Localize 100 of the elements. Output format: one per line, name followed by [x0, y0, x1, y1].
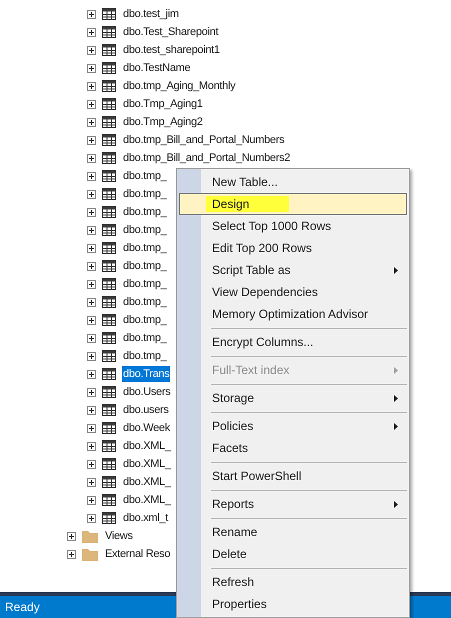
menu-item[interactable]: Delete — [179, 543, 407, 565]
menu-item[interactable]: Storage — [179, 387, 407, 409]
tree-item[interactable]: dbo.tmp_ — [122, 204, 168, 220]
table-icon — [102, 314, 116, 326]
table-icon — [102, 98, 116, 110]
tree-item[interactable]: dbo.tmp_ — [122, 258, 168, 274]
menu-item[interactable]: Edit Top 200 Rows — [179, 237, 407, 259]
expand-icon[interactable] — [87, 226, 96, 234]
expand-icon[interactable] — [87, 370, 96, 378]
table-icon — [102, 224, 116, 236]
tree-item[interactable]: dbo.tmp_ — [122, 186, 168, 202]
tree-item[interactable]: dbo.tmp_Bill_and_Portal_Numbers2 — [122, 150, 292, 166]
expand-icon[interactable] — [87, 244, 96, 252]
tree-item[interactable]: dbo.Test_Sharepoint — [122, 24, 220, 40]
table-icon — [102, 188, 116, 200]
tree-folder[interactable]: Views — [104, 528, 134, 544]
menu-item[interactable]: Design — [179, 193, 407, 215]
tree-item[interactable]: dbo.tmp_ — [122, 312, 168, 328]
menu-item[interactable]: Policies — [179, 415, 407, 437]
tree-item[interactable]: dbo.tmp_ — [122, 276, 168, 292]
table-icon — [102, 476, 116, 488]
menu-item[interactable]: Refresh — [179, 571, 407, 593]
table-icon — [102, 260, 116, 272]
tree-folder[interactable]: External Reso — [104, 546, 172, 562]
menu-item[interactable]: New Table... — [179, 171, 407, 193]
expand-icon[interactable] — [87, 424, 96, 432]
folder-icon — [82, 530, 98, 542]
tree-item[interactable]: dbo.users — [122, 402, 170, 418]
expand-icon[interactable] — [67, 532, 76, 540]
status-text: Ready — [5, 599, 40, 616]
expand-icon[interactable] — [87, 514, 96, 522]
menu-item[interactable]: Select Top 1000 Rows — [179, 215, 407, 237]
menu-item[interactable]: View Dependencies — [179, 281, 407, 303]
tree-item[interactable]: dbo.tmp_ — [122, 330, 168, 346]
expand-icon[interactable] — [87, 82, 96, 90]
table-icon — [102, 206, 116, 218]
table-icon — [102, 26, 116, 38]
expand-icon[interactable] — [87, 478, 96, 486]
table-icon — [102, 44, 116, 56]
menu-item[interactable]: Properties — [179, 593, 407, 615]
tree-item[interactable]: dbo.xml_t — [122, 510, 169, 526]
tree-item[interactable]: dbo.XML_ — [122, 456, 172, 472]
table-icon — [102, 8, 116, 20]
expand-icon[interactable] — [87, 208, 96, 216]
expand-icon[interactable] — [87, 136, 96, 144]
expand-icon[interactable] — [87, 46, 96, 54]
menu-item[interactable]: Start PowerShell — [179, 465, 407, 487]
expand-icon[interactable] — [87, 298, 96, 306]
menu-item[interactable]: Reports — [179, 493, 407, 515]
expand-icon[interactable] — [87, 406, 96, 414]
menu-item[interactable]: Facets — [179, 437, 407, 459]
tree-item[interactable]: dbo.test_sharepoint1 — [122, 42, 221, 58]
tree-item[interactable]: dbo.Trans — [122, 366, 170, 382]
menu-item[interactable]: Memory Optimization Advisor — [179, 303, 407, 325]
table-icon — [102, 152, 116, 164]
expand-icon[interactable] — [87, 352, 96, 360]
tree-item[interactable]: dbo.tmp_ — [122, 222, 168, 238]
expand-icon[interactable] — [87, 388, 96, 396]
table-icon — [102, 242, 116, 254]
tree-item[interactable]: dbo.tmp_Bill_and_Portal_Numbers — [122, 132, 286, 148]
expand-icon[interactable] — [87, 316, 96, 324]
tree-item[interactable]: dbo.tmp_ — [122, 348, 168, 364]
tree-item[interactable]: dbo.tmp_ — [122, 240, 168, 256]
tree-item[interactable]: dbo.test_jim — [122, 6, 180, 22]
table-icon — [102, 62, 116, 74]
menu-item[interactable]: Encrypt Columns... — [179, 331, 407, 353]
expand-icon[interactable] — [87, 334, 96, 342]
tree-item[interactable]: dbo.Tmp_Aging2 — [122, 114, 204, 130]
menu-item[interactable]: Rename — [179, 521, 407, 543]
expand-icon[interactable] — [87, 280, 96, 288]
tree-item[interactable]: dbo.XML_ — [122, 492, 172, 508]
expand-icon[interactable] — [87, 64, 96, 72]
expand-icon[interactable] — [87, 442, 96, 450]
folder-icon — [82, 548, 98, 560]
expand-icon[interactable] — [87, 496, 96, 504]
table-icon — [102, 422, 116, 434]
tree-item[interactable]: dbo.XML_ — [122, 438, 172, 454]
expand-icon[interactable] — [87, 28, 96, 36]
expand-icon[interactable] — [87, 10, 96, 18]
tree-item[interactable]: dbo.tmp_ — [122, 294, 168, 310]
expand-icon[interactable] — [87, 100, 96, 108]
table-icon — [102, 404, 116, 416]
tree-item[interactable]: dbo.tmp_ — [122, 168, 168, 184]
tree-item[interactable]: dbo.Users — [122, 384, 172, 400]
expand-icon[interactable] — [87, 262, 96, 270]
menu-item[interactable]: Script Table as — [179, 259, 407, 281]
tree-item[interactable]: dbo.tmp_Aging_Monthly — [122, 78, 236, 94]
tree-item[interactable]: dbo.Week — [122, 420, 171, 436]
expand-icon[interactable] — [67, 550, 76, 558]
table-icon — [102, 512, 116, 524]
expand-icon[interactable] — [87, 118, 96, 126]
tree-item[interactable]: dbo.XML_ — [122, 474, 172, 490]
expand-icon[interactable] — [87, 154, 96, 162]
expand-icon[interactable] — [87, 190, 96, 198]
table-icon — [102, 80, 116, 92]
expand-icon[interactable] — [87, 460, 96, 468]
tree-item[interactable]: dbo.Tmp_Aging1 — [122, 96, 204, 112]
expand-icon[interactable] — [87, 172, 96, 180]
table-icon — [102, 368, 116, 380]
tree-item[interactable]: dbo.TestName — [122, 60, 192, 76]
